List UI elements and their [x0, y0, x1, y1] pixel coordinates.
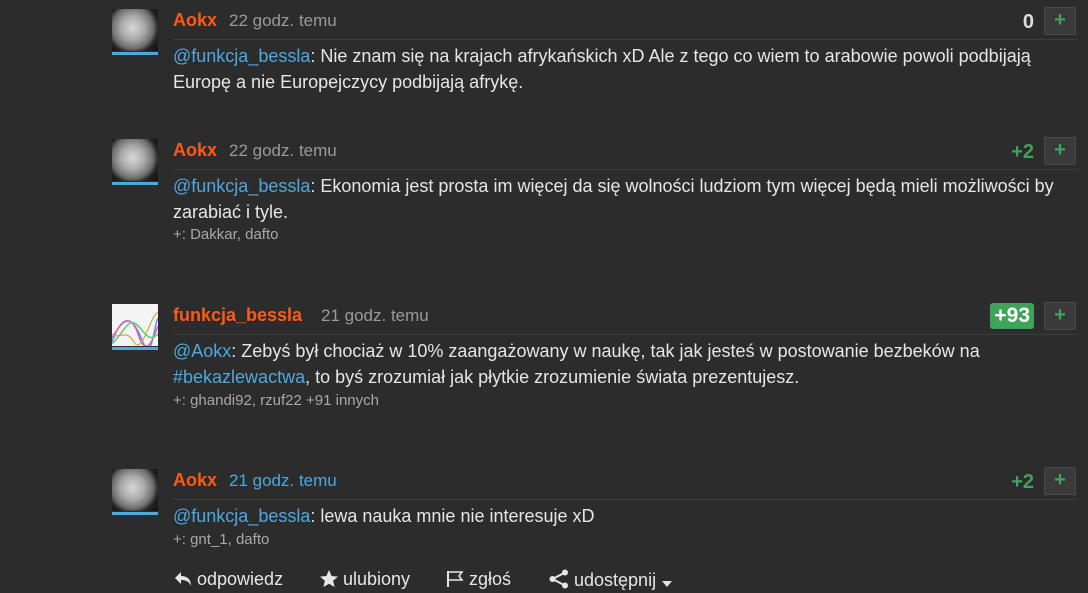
avatar-gender-bar — [112, 347, 158, 350]
avatar-image — [112, 304, 158, 346]
comment-content: : Zebyś był chociaż w 10% zaangażowany w… — [231, 341, 980, 361]
divider — [173, 334, 1078, 335]
reply-label: odpowiedz — [197, 569, 284, 589]
comment-content: , to byś zrozumiał jak płytkie zrozumien… — [305, 367, 800, 387]
vote-score: +2 — [1011, 471, 1034, 493]
plus-icon[interactable]: + — [1044, 302, 1076, 330]
mention-link[interactable]: @funkcja_bessla — [173, 176, 310, 196]
avatar[interactable] — [112, 469, 158, 515]
plus-icon[interactable]: + — [1044, 7, 1076, 35]
comment-text: @funkcja_bessla: lewa nauka mnie nie int… — [173, 503, 1058, 529]
report-button[interactable]: zgłoś — [445, 569, 511, 590]
divider — [173, 39, 1078, 40]
comment-text: @Aokx: Zebyś był chociaż w 10% zaangażow… — [173, 338, 1058, 390]
avatar-image — [112, 139, 158, 181]
avatar-gender-bar — [112, 52, 158, 55]
timestamp[interactable]: 21 godz. temu — [321, 306, 429, 326]
avatar-gender-bar — [112, 512, 158, 515]
mention-link[interactable]: @Aokx — [173, 341, 231, 361]
timestamp[interactable]: 22 godz. temu — [229, 11, 337, 31]
reply-icon — [175, 572, 191, 586]
comment-header: funkcja_bessla 21 godz. temu +93 + — [173, 302, 1078, 330]
plus-icon[interactable]: + — [1044, 137, 1076, 165]
comment-content: : lewa nauka mnie nie interesuje xD — [310, 506, 595, 526]
mention-link[interactable]: @funkcja_bessla — [173, 506, 310, 526]
favorite-label: ulubiony — [343, 569, 411, 589]
divider — [173, 499, 1078, 500]
avatar-image — [112, 469, 158, 511]
comment-header: Aokx 21 godz. temu +2 + — [173, 467, 1078, 495]
avatar-gender-bar — [112, 182, 158, 185]
timestamp[interactable]: 21 godz. temu — [229, 471, 337, 491]
star-icon — [320, 570, 338, 587]
share-button[interactable]: udostępnij — [548, 569, 677, 591]
author-link[interactable]: Aokx — [173, 470, 217, 491]
share-label: udostępnij — [574, 570, 657, 590]
vote-score: 0 — [1022, 11, 1034, 33]
report-label: zgłoś — [469, 569, 512, 589]
divider — [173, 169, 1078, 170]
voters-list[interactable]: +: Dakkar, dafto — [173, 226, 278, 243]
reply-button[interactable]: odpowiedz — [173, 569, 283, 590]
comment-header: Aokx 22 godz. temu +2 + — [173, 137, 1078, 165]
avatar[interactable] — [112, 139, 158, 185]
vote-score: +93 — [990, 303, 1034, 329]
share-icon — [549, 569, 568, 589]
favorite-button[interactable]: ulubiony — [319, 569, 410, 590]
comment-header: Aokx 22 godz. temu 0 + — [173, 7, 1078, 35]
comment-text: @funkcja_bessla: Ekonomia jest prosta im… — [173, 173, 1058, 225]
mention-link[interactable]: @funkcja_bessla — [173, 46, 310, 66]
hashtag-link[interactable]: #bekazlewactwa — [173, 367, 305, 387]
flag-icon — [447, 571, 464, 587]
comment-text: @funkcja_bessla: Nie znam się na krajach… — [173, 43, 1058, 95]
voters-list[interactable]: +: gnt_1, dafto — [173, 531, 269, 548]
author-link[interactable]: Aokx — [173, 10, 217, 31]
caret-down-icon — [662, 581, 673, 587]
author-link[interactable]: funkcja_bessla — [173, 305, 302, 326]
avatar[interactable] — [112, 9, 158, 55]
author-link[interactable]: Aokx — [173, 140, 217, 161]
avatar-image — [112, 9, 158, 51]
avatar[interactable] — [112, 304, 158, 350]
plus-icon[interactable]: + — [1044, 467, 1076, 495]
voters-list[interactable]: +: ghandi92, rzuf22 +91 innych — [173, 392, 379, 409]
vote-score: +2 — [1011, 141, 1034, 163]
timestamp[interactable]: 22 godz. temu — [229, 141, 337, 161]
